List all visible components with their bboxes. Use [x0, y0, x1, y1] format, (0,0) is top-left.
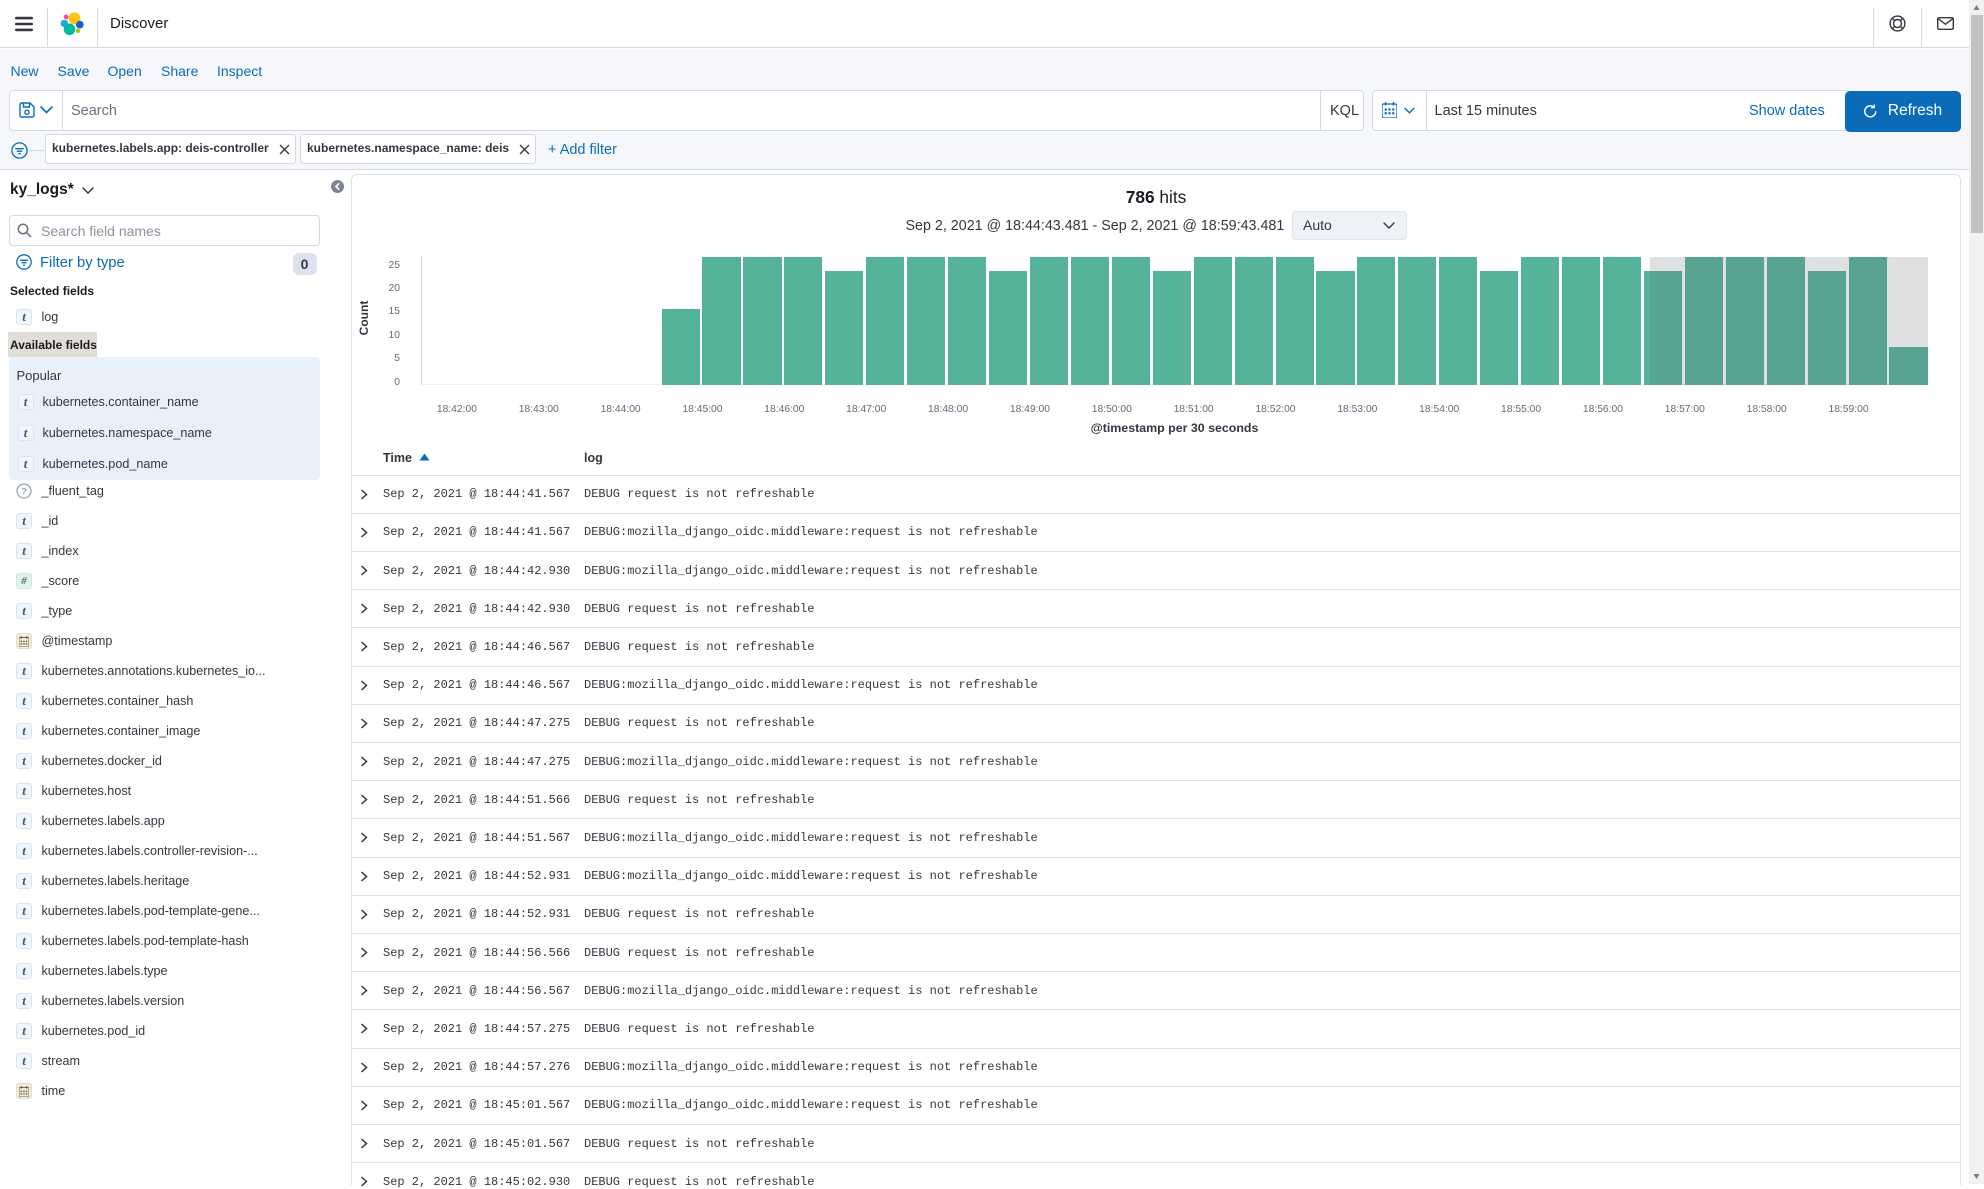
- svg-text:?: ?: [21, 486, 27, 497]
